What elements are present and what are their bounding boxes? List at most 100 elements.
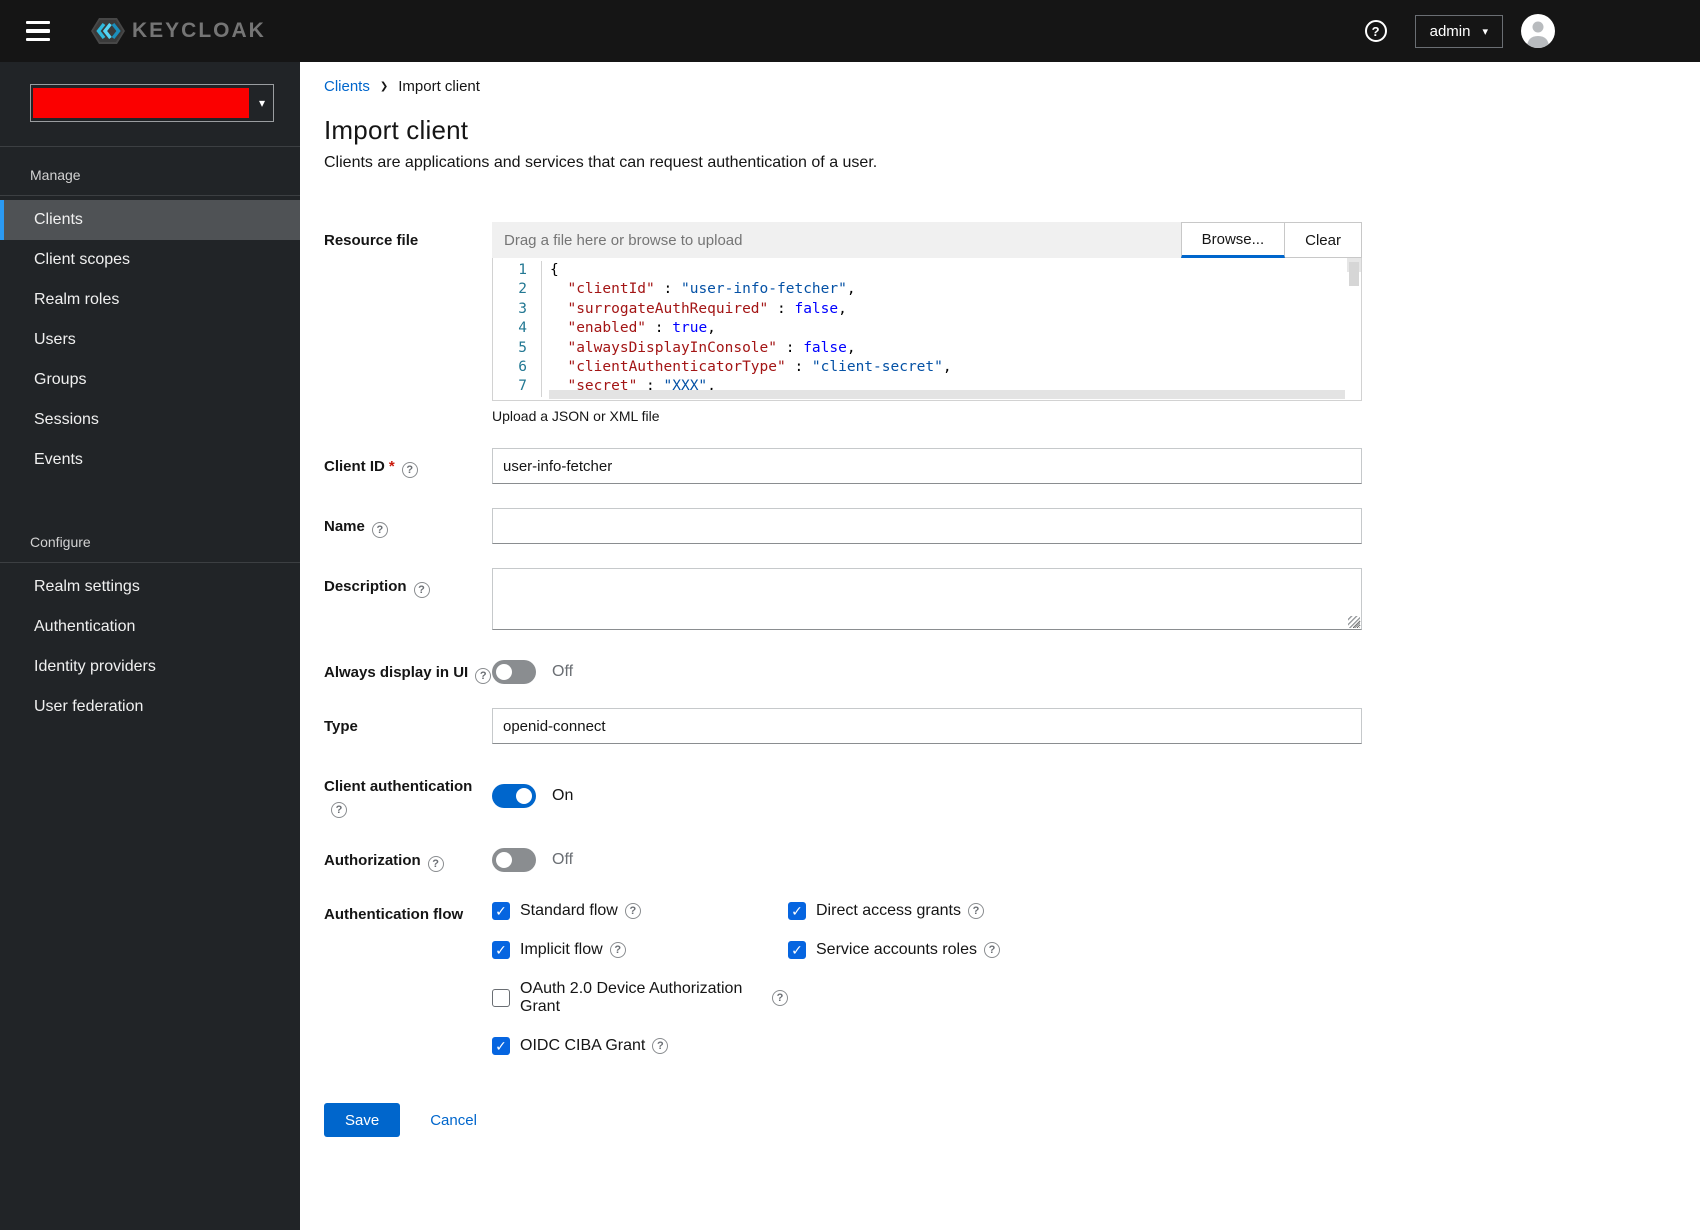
code-line: 3 "surrogateAuthRequired" : false, xyxy=(493,299,1361,320)
user-menu-dropdown[interactable]: admin ▾ xyxy=(1414,14,1503,48)
checkbox-checked-icon[interactable] xyxy=(788,941,806,959)
sidebar-item-realm-settings[interactable]: Realm settings xyxy=(0,567,300,607)
checkbox-checked-icon[interactable] xyxy=(492,902,510,920)
auth-flow-grid: Standard flow Direct access grants Implici… xyxy=(492,896,1362,1055)
line-number: 5 xyxy=(518,339,527,356)
code-editor[interactable]: 1{2 "clientId" : "user-info-fetcher", 3 "… xyxy=(492,258,1362,401)
code-text: "surrogateAuthRequired" : false, xyxy=(541,299,847,320)
hamburger-menu-icon[interactable] xyxy=(26,13,62,49)
authorization-row: Authorization Off xyxy=(324,842,1362,872)
type-label: Type xyxy=(324,718,358,735)
checkbox-standard-flow[interactable]: Standard flow xyxy=(492,902,788,920)
user-menu-label: admin xyxy=(1429,22,1471,40)
help-icon[interactable] xyxy=(609,942,626,958)
sidebar-item-events[interactable]: Events xyxy=(0,440,300,480)
checkbox-checked-icon[interactable] xyxy=(492,941,510,959)
realm-selector[interactable]: ▾ xyxy=(30,84,274,122)
breadcrumb-link-clients[interactable]: Clients xyxy=(324,78,370,95)
editor-vertical-scrollbar[interactable] xyxy=(1349,262,1359,286)
authorization-toggle[interactable] xyxy=(492,848,536,872)
page-title: Import client xyxy=(324,115,469,145)
sidebar: ▾ Manage Clients Client scopes Realm roles U… xyxy=(0,62,300,1230)
code-text: "clientId" : "user-info-fetcher", xyxy=(541,280,856,300)
description-label: Description xyxy=(324,568,492,630)
type-input[interactable] xyxy=(492,708,1362,744)
line-number: 3 xyxy=(518,300,527,317)
code-line: 1{ xyxy=(493,261,1361,281)
line-number: 7 xyxy=(518,378,527,395)
nav-section-manage: Manage Clients Client scopes Realm roles Use… xyxy=(0,157,300,480)
import-client-form: Resource file Browse... Clear 1{2 "clien… xyxy=(324,222,1362,1167)
description-row: Description xyxy=(324,568,1362,630)
line-number: 1 xyxy=(518,262,527,278)
checkbox-checked-icon[interactable] xyxy=(788,902,806,920)
nav-section-configure: Configure Realm settings Authentication Ide… xyxy=(0,524,300,727)
help-icon[interactable] xyxy=(413,582,430,598)
sidebar-item-client-scopes[interactable]: Client scopes xyxy=(0,240,300,280)
breadcrumb-separator-icon: ❯ xyxy=(379,81,389,92)
breadcrumb: Clients ❯ Import client xyxy=(324,78,1676,95)
sidebar-item-users[interactable]: Users xyxy=(0,320,300,360)
nav-section-title: Configure xyxy=(30,534,91,550)
clear-button[interactable]: Clear xyxy=(1285,222,1362,258)
save-button[interactable]: Save xyxy=(324,1103,401,1137)
sidebar-item-clients[interactable]: Clients xyxy=(0,200,300,240)
checkbox-oauth-2-0-device-authorization-grant[interactable]: OAuth 2.0 Device Authorization Grant xyxy=(492,980,788,1016)
client-authentication-row: Client authentication On xyxy=(324,768,1362,818)
line-number: 6 xyxy=(518,359,527,376)
chevron-down-icon: ▾ xyxy=(258,96,265,110)
checkbox-checked-icon[interactable] xyxy=(492,1037,510,1055)
file-name-input[interactable] xyxy=(492,222,1181,258)
sidebar-item-groups[interactable]: Groups xyxy=(0,360,300,400)
help-icon[interactable] xyxy=(624,903,641,919)
toggle-state-label: Off xyxy=(552,851,574,868)
help-icon[interactable] xyxy=(983,942,1000,958)
help-icon[interactable] xyxy=(475,668,492,684)
checkbox-direct-access-grants[interactable]: Direct access grants xyxy=(788,902,1362,920)
help-icon[interactable] xyxy=(652,1038,669,1054)
code-text: "enabled" : true, xyxy=(541,319,716,339)
sidebar-item-sessions[interactable]: Sessions xyxy=(0,400,300,440)
code-line: 6 "clientAuthenticatorType" : "client-se… xyxy=(493,358,1361,378)
help-icon[interactable] xyxy=(772,990,788,1006)
checkbox-label: Direct access grants xyxy=(816,902,961,919)
toggle-state-label: On xyxy=(552,787,574,804)
checkbox-service-accounts-roles[interactable]: Service accounts roles xyxy=(788,941,1362,959)
description-textarea[interactable] xyxy=(492,568,1362,630)
sidebar-item-identity-providers[interactable]: Identity providers xyxy=(0,647,300,687)
help-icon[interactable] xyxy=(427,856,444,872)
name-label: Name xyxy=(324,508,492,544)
checkbox-unchecked-icon[interactable] xyxy=(492,989,510,1007)
help-icon[interactable] xyxy=(967,903,984,919)
chevron-down-icon: ▾ xyxy=(1482,25,1488,38)
cancel-button[interactable]: Cancel xyxy=(430,1112,477,1129)
client-authentication-toggle[interactable] xyxy=(492,784,536,808)
realm-name-redacted xyxy=(33,88,249,118)
checkbox-oidc-ciba-grant[interactable]: OIDC CIBA Grant xyxy=(492,1037,788,1055)
authentication-flow-row: Authentication flow Standard flow Direct … xyxy=(324,896,1362,1055)
type-row: Type xyxy=(324,708,1362,744)
user-avatar-icon xyxy=(1527,21,1549,48)
form-actions: Save Cancel xyxy=(324,1103,1362,1167)
help-icon[interactable] xyxy=(371,522,388,538)
name-input[interactable] xyxy=(492,508,1362,544)
breadcrumb-current: Import client xyxy=(398,78,480,95)
name-row: Name xyxy=(324,508,1362,544)
avatar[interactable] xyxy=(1521,14,1555,48)
resource-file-row: Resource file Browse... Clear 1{2 "clien… xyxy=(324,222,1362,424)
sidebar-item-user-federation[interactable]: User federation xyxy=(0,687,300,727)
keycloak-logo-icon xyxy=(91,18,125,44)
checkbox-implicit-flow[interactable]: Implicit flow xyxy=(492,941,788,959)
help-icon[interactable] xyxy=(331,802,347,818)
resource-file-label: Resource file xyxy=(324,232,419,249)
help-icon[interactable] xyxy=(401,462,418,478)
sidebar-item-authentication[interactable]: Authentication xyxy=(0,607,300,647)
realm-selector-block: ▾ xyxy=(0,62,300,146)
line-number: 4 xyxy=(518,320,527,337)
client-id-input[interactable] xyxy=(492,448,1362,484)
editor-horizontal-scrollbar[interactable] xyxy=(549,390,1345,399)
browse-button[interactable]: Browse... xyxy=(1180,222,1286,258)
help-icon[interactable]: ? xyxy=(1364,20,1387,42)
sidebar-item-realm-roles[interactable]: Realm roles xyxy=(0,280,300,320)
always-display-toggle[interactable] xyxy=(492,660,536,684)
